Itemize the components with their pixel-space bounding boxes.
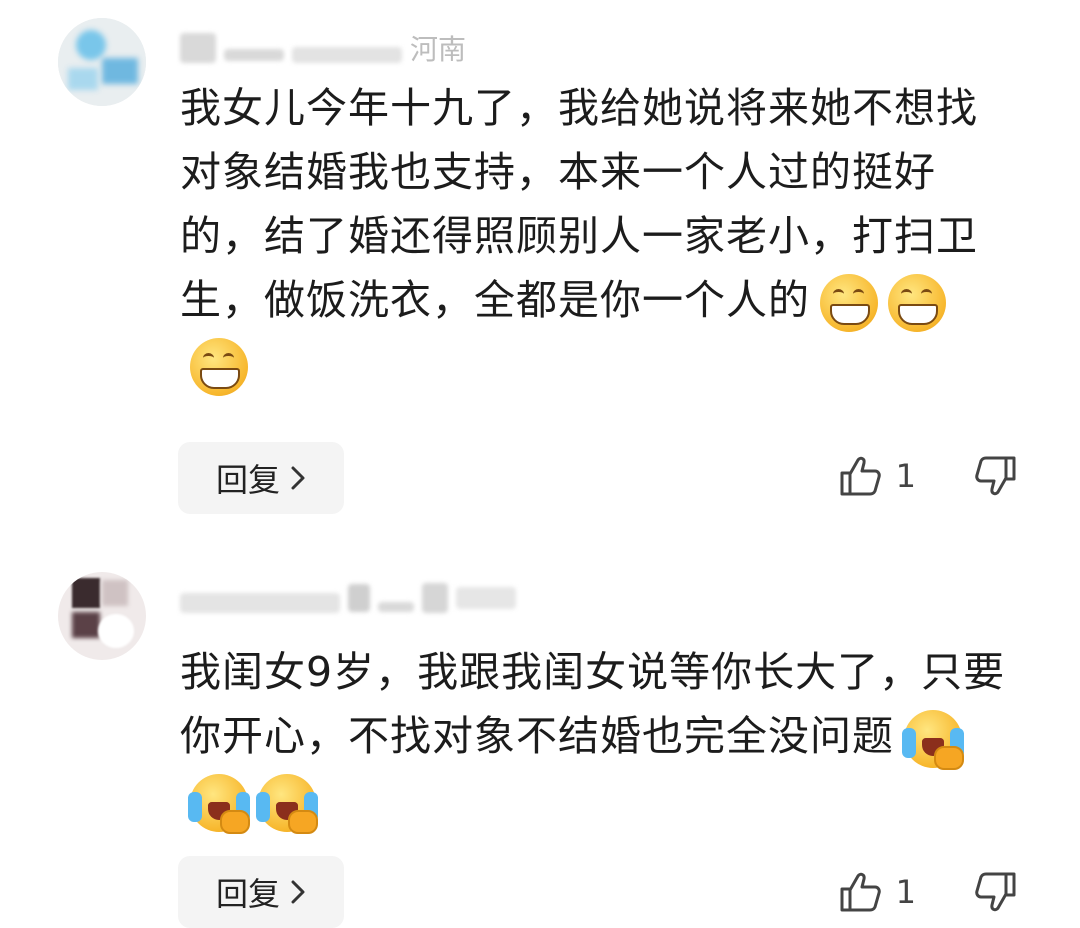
avatar[interactable]: [58, 18, 146, 106]
username[interactable]: [180, 578, 516, 618]
username[interactable]: 河南: [180, 28, 466, 68]
avatar[interactable]: [58, 572, 146, 660]
comment-item: 我闺女9岁，我跟我闺女说等你长大了，只要你开心，不找对象不结婚也完全没问题 回复…: [0, 560, 1080, 928]
blurred-name: [180, 33, 216, 63]
comment-text: 我闺女9岁，我跟我闺女说等你长大了，只要你开心，不找对象不结婚也完全没问题: [180, 640, 1010, 834]
thumbs-up-icon: [838, 454, 882, 498]
like-button[interactable]: 1: [838, 870, 916, 914]
like-count: 1: [895, 457, 916, 495]
like-button[interactable]: 1: [838, 454, 916, 498]
comment-text: 我女儿今年十九了，我给她说将来她不想找对象结婚我也支持，本来一个人过的挺好的，结…: [180, 76, 1010, 396]
blurred-name: [422, 583, 448, 613]
laughing-crying-face-emoji-icon: [256, 774, 318, 834]
comment-text-content: 我闺女9岁，我跟我闺女说等你长大了，只要你开心，不找对象不结婚也完全没问题: [180, 648, 1006, 760]
thumbs-down-icon: [974, 870, 1018, 914]
blurred-name: [348, 584, 370, 612]
like-count: 1: [895, 873, 916, 911]
blurred-name: [456, 587, 516, 609]
comment-actions: 1: [838, 870, 1018, 914]
dislike-button[interactable]: [974, 870, 1018, 914]
blurred-name: [180, 593, 340, 613]
chevron-right-icon: [290, 465, 306, 491]
grinning-face-emoji-icon: [190, 338, 248, 396]
reply-button[interactable]: 回复: [178, 856, 344, 928]
blurred-name: [292, 47, 402, 63]
blurred-name: [224, 49, 284, 61]
chevron-right-icon: [290, 879, 306, 905]
reply-label: 回复: [215, 875, 280, 913]
thumbs-up-icon: [838, 870, 882, 914]
reply-button[interactable]: 回复: [178, 442, 344, 514]
grinning-face-emoji-icon: [888, 274, 946, 332]
reply-label: 回复: [215, 461, 280, 499]
comment-actions: 1: [838, 454, 1018, 498]
laughing-crying-face-emoji-icon: [902, 710, 964, 770]
blurred-name: [378, 602, 414, 612]
grinning-face-emoji-icon: [820, 274, 878, 332]
laughing-crying-face-emoji-icon: [188, 774, 250, 834]
thumbs-down-icon: [974, 454, 1018, 498]
comment-item: 河南 我女儿今年十九了，我给她说将来她不想找对象结婚我也支持，本来一个人过的挺好…: [0, 0, 1080, 530]
dislike-button[interactable]: [974, 454, 1018, 498]
user-location: 河南: [410, 33, 467, 66]
